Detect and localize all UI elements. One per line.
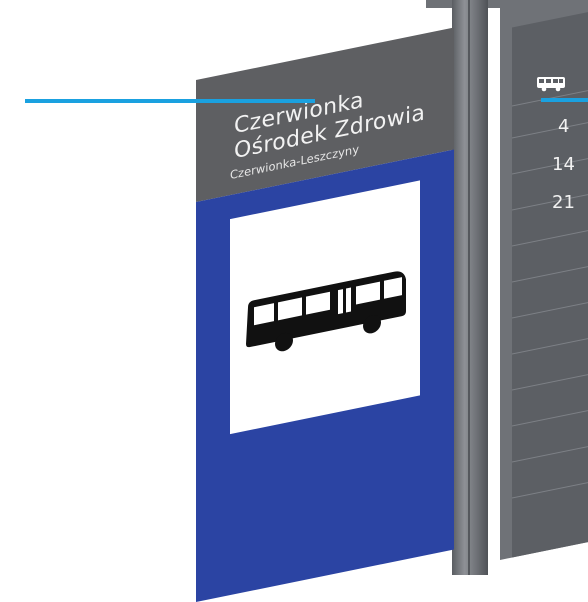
- route-number: 21: [552, 192, 575, 213]
- annotation-line: [25, 99, 315, 103]
- pole-edge: [468, 0, 470, 575]
- annotation-line: [541, 98, 588, 102]
- bus-icon: [246, 271, 406, 352]
- bus-icon: [537, 77, 565, 92]
- route-number: 4: [558, 116, 570, 137]
- bus-stop-render: 4 14 21 Czerwionka Ośrodek Zdrowia Czerw…: [0, 0, 588, 602]
- sign-pole: [452, 0, 488, 575]
- route-number: 14: [552, 154, 575, 175]
- bus-stop-sign: Czerwionka Ośrodek Zdrowia Czerwionka-Le…: [196, 0, 454, 602]
- bus-pictogram-panel: [230, 180, 420, 435]
